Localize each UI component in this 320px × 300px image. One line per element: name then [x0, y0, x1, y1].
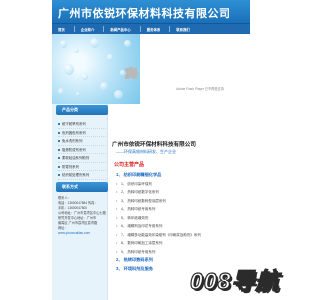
sidebar-item[interactable]: 纺织前处理剂系列 — [58, 171, 106, 180]
product-item[interactable]: 1、 纺织印染环保剂 — [116, 180, 250, 189]
nav-item-contact[interactable]: 联系我们 — [176, 27, 190, 32]
main-nav: 首页 企业简介 新闻产品中心 服务体系 联系我们 — [52, 24, 250, 34]
sidebar-category-list: 耐汗耐旱剂系列 色剂固色剂系列 免水洗剂系列 阻燃防泼剂系列 柔软硅油系列助剂 … — [58, 120, 106, 180]
sidebar-item[interactable]: 免水洗剂系列 — [58, 137, 106, 146]
product-item[interactable]: 9、 热转印纸专用系列 — [116, 248, 250, 257]
company-slogan: ——环保高效材料研发、生产企业 — [116, 149, 176, 154]
sidebar-item[interactable]: 耐汗耐旱剂系列 — [58, 120, 106, 129]
product-item[interactable]: 7、 增稠多功能高效印染助剂《印刷浆及助剂》系列 — [116, 231, 250, 240]
sidebar-item[interactable]: 防霉剂系列 — [58, 163, 106, 171]
nav-divider — [169, 26, 171, 32]
product-item[interactable]: 8、 数码印刷加工涂层系列 — [116, 239, 250, 248]
sidebar-heading-label: 产品分类 — [62, 107, 78, 112]
watermark: 008导航 — [182, 262, 300, 300]
company-name: 广州市依锐环保材料科技有限公司 — [112, 142, 196, 148]
banner: Adobe Flash Player 已不再受支持 — [52, 34, 250, 104]
product-list: 1、 纺织印刷精细化学品 1、 纺织印染环保剂 2、 热转印纸数字化系列 3、 … — [116, 171, 250, 273]
nav-item-about[interactable]: 企业简介 — [81, 27, 95, 32]
sidebar-item[interactable]: 阻燃防泼剂系列 — [58, 146, 106, 154]
product-item[interactable]: 3、 热转印纸数码型涂层系列 — [116, 197, 250, 206]
sidebar: 产品分类 耐汗耐旱剂系列 色剂固色剂系列 免水洗剂系列 阻燃防泼剂系列 柔软硅油… — [52, 104, 108, 300]
site-header: 广州市依锐环保材料科技有限公司 — [52, 0, 250, 24]
nav-item-services[interactable]: 服务体系 — [147, 27, 161, 32]
flash-unsupported-text: Adobe Flash Player 已不再受支持 — [176, 87, 224, 91]
nav-divider — [103, 26, 105, 32]
product-item[interactable]: 2、 热转印纸数字化系列 — [116, 188, 250, 197]
watermark-text: 008导航 — [189, 267, 280, 294]
website-link[interactable]: www.yiruoxcailiao.com — [58, 231, 108, 236]
nav-divider — [73, 26, 75, 32]
plugin-puzzle-icon — [125, 66, 139, 79]
nav-item-products[interactable]: 新闻产品中心 — [110, 27, 130, 32]
sidebar-item[interactable]: 柔软硅油系列助剂 — [58, 154, 106, 163]
contact-heading: 联系方式 — [56, 182, 108, 192]
sidebar-heading: 产品分类 — [56, 105, 108, 115]
nav-item-home[interactable]: 首页 — [58, 27, 65, 32]
product-category[interactable]: 1、 纺织印刷精细化学品 — [116, 171, 250, 180]
contact-info: 联系人： 电话：13600047884 传真： 手机：13600047800 公… — [58, 196, 108, 236]
contact-heading-label: 联系方式 — [62, 184, 78, 189]
product-item[interactable]: 5、 转印纸增效剂 — [116, 214, 250, 223]
product-item[interactable]: 4、 热转印纸专用系列 — [116, 205, 250, 214]
products-heading: 公司主营产品 — [114, 162, 145, 168]
nav-divider — [139, 26, 141, 32]
product-item[interactable]: 6、 增稠剂及印花专用系列 — [116, 222, 250, 231]
sidebar-item[interactable]: 色剂固色剂系列 — [58, 129, 106, 137]
site-title: 广州市依锐环保材料科技有限公司 — [58, 8, 231, 20]
